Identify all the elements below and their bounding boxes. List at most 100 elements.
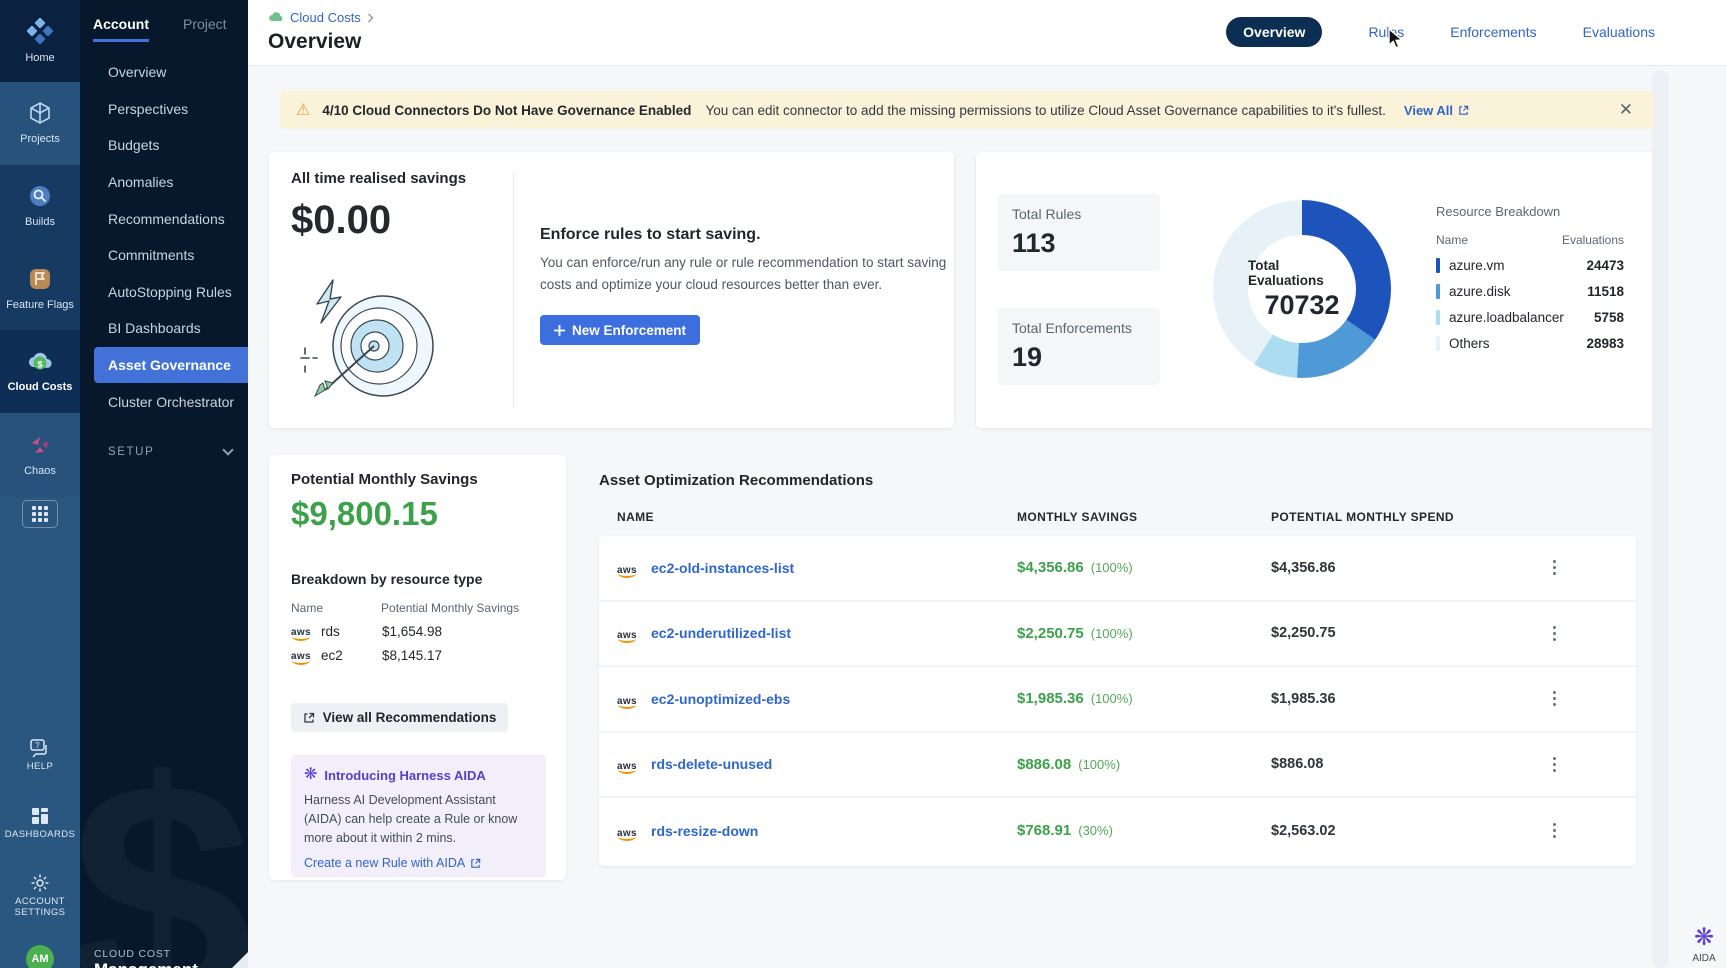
breakdown-row: aws rds $1,654.98 bbox=[291, 623, 442, 639]
plus-icon bbox=[554, 325, 565, 336]
svg-text:$: $ bbox=[37, 359, 43, 370]
chaos-icon bbox=[28, 433, 52, 460]
recommendation-link[interactable]: ec2-old-instances-list bbox=[651, 560, 794, 576]
rail-item-label: Cloud Costs bbox=[8, 381, 73, 394]
recommendations-title: Asset Optimization Recommendations bbox=[599, 472, 873, 489]
sidebar-item-anomalies[interactable]: Anomalies bbox=[80, 164, 248, 201]
potential-savings-title: Potential Monthly Savings bbox=[291, 471, 478, 488]
legend-name: Others bbox=[1449, 336, 1490, 351]
legend-name: azure.loadbalancer bbox=[1449, 310, 1564, 325]
breadcrumb-label: Cloud Costs bbox=[290, 10, 361, 25]
table-row[interactable]: aws ec2-underutilized-list $2,250.75(100… bbox=[599, 602, 1636, 668]
cloud-costs-sidebar: Account Project Overview Perspectives Bu… bbox=[80, 0, 248, 968]
donut-center: Total Evaluations 70732 bbox=[1248, 235, 1356, 343]
savings-percent: (100%) bbox=[1091, 626, 1133, 641]
sidebar-item-recommendations[interactable]: Recommendations bbox=[80, 200, 248, 237]
table-row[interactable]: aws ec2-old-instances-list $4,356.86(100… bbox=[599, 536, 1636, 602]
feature-flags-icon bbox=[28, 267, 52, 294]
row-menu-button[interactable] bbox=[1543, 816, 1565, 846]
legend-value: 11518 bbox=[1587, 284, 1624, 299]
module-switcher-button[interactable] bbox=[22, 500, 58, 528]
tab-evaluations[interactable]: Evaluations bbox=[1583, 24, 1655, 40]
resource-name: rds bbox=[321, 624, 382, 639]
view-all-link[interactable]: View All bbox=[1404, 103, 1469, 118]
cloud-costs-icon: $ bbox=[26, 349, 54, 376]
breakdown-row: aws ec2 $8,145.17 bbox=[291, 647, 442, 663]
table-row[interactable]: aws ec2-unoptimized-ebs $1,985.36(100%) … bbox=[599, 667, 1636, 733]
chevron-down-icon bbox=[222, 444, 233, 455]
breakdown-name-col: Name bbox=[291, 601, 323, 615]
rail-item-dashboards[interactable]: DASHBOARDS bbox=[0, 806, 80, 840]
row-menu-button[interactable] bbox=[1543, 684, 1565, 714]
aws-icon: aws bbox=[617, 691, 641, 707]
sidebar-item-perspectives[interactable]: Perspectives bbox=[80, 91, 248, 128]
sidebar-item-cluster-orchestrator[interactable]: Cluster Orchestrator bbox=[80, 383, 248, 420]
rail-item-feature-flags[interactable]: Feature Flags bbox=[0, 248, 80, 330]
sidebar-setup-toggle[interactable]: SETUP bbox=[108, 446, 232, 458]
tab-rules[interactable]: Rules bbox=[1368, 24, 1404, 40]
aws-icon: aws bbox=[617, 823, 641, 839]
new-enforcement-button[interactable]: New Enforcement bbox=[540, 315, 700, 345]
aida-fab-button[interactable]: ❋ AIDA bbox=[1682, 926, 1726, 964]
rail-item-cloud-costs[interactable]: $ Cloud Costs bbox=[0, 330, 80, 413]
table-row[interactable]: aws rds-resize-down $768.91(30%) $2,563.… bbox=[599, 798, 1636, 864]
breadcrumb[interactable]: Cloud Costs bbox=[268, 10, 374, 25]
tab-project[interactable]: Project bbox=[183, 16, 227, 42]
external-link-icon bbox=[1458, 105, 1469, 116]
recommendation-link[interactable]: rds-delete-unused bbox=[651, 756, 772, 772]
sidebar-item-budgets[interactable]: Budgets bbox=[80, 127, 248, 164]
user-avatar[interactable]: AM bbox=[26, 945, 54, 968]
sidebar-item-asset-governance[interactable]: Asset Governance bbox=[94, 347, 248, 384]
warning-icon: ⚠ bbox=[296, 100, 310, 120]
tab-account[interactable]: Account bbox=[93, 16, 149, 42]
close-icon[interactable]: ✕ bbox=[1615, 100, 1637, 120]
resource-savings: $8,145.17 bbox=[382, 648, 442, 663]
total-enforcements-value: 19 bbox=[1012, 342, 1146, 373]
sidebar-item-bi-dashboards[interactable]: BI Dashboards bbox=[80, 310, 248, 347]
scrollbar-track[interactable] bbox=[1652, 70, 1669, 968]
rail-item-label: Home bbox=[25, 52, 54, 65]
rail-item-account-settings[interactable]: ACCOUNT SETTINGS bbox=[0, 873, 80, 918]
legend-value: 28983 bbox=[1586, 336, 1624, 351]
savings-percent: (100%) bbox=[1091, 560, 1133, 575]
view-all-recommendations-button[interactable]: View all Recommendations bbox=[291, 703, 508, 732]
row-menu-button[interactable] bbox=[1543, 553, 1565, 583]
resource-name: ec2 bbox=[321, 648, 382, 663]
enforce-cta-title: Enforce rules to start saving. bbox=[540, 226, 761, 244]
sidebar-item-autostopping-rules[interactable]: AutoStopping Rules bbox=[80, 274, 248, 311]
sidebar-collapse-handle[interactable] bbox=[232, 952, 248, 968]
rail-item-home[interactable]: Home bbox=[0, 0, 80, 82]
legend-value: 24473 bbox=[1586, 258, 1624, 273]
tab-overview[interactable]: Overview bbox=[1226, 17, 1322, 47]
recommendation-link[interactable]: ec2-unoptimized-ebs bbox=[651, 691, 790, 707]
sidebar-item-overview[interactable]: Overview bbox=[80, 54, 248, 91]
rail-item-chaos[interactable]: Chaos bbox=[0, 413, 80, 497]
row-menu-button[interactable] bbox=[1543, 749, 1565, 779]
harness-app: Home Projects Builds Feature Flags $ Clo… bbox=[0, 0, 1726, 968]
legend-row: Others 28983 bbox=[1436, 336, 1624, 351]
aida-flower-icon: ❋ bbox=[304, 767, 317, 783]
create-rule-with-aida-link[interactable]: Create a new Rule with AIDA bbox=[304, 856, 533, 870]
recommendation-link[interactable]: rds-resize-down bbox=[651, 823, 758, 839]
aws-icon: aws bbox=[291, 623, 315, 639]
sidebar-item-commitments[interactable]: Commitments bbox=[80, 237, 248, 274]
recommendation-link[interactable]: ec2-underutilized-list bbox=[651, 625, 791, 641]
savings-percent: (100%) bbox=[1091, 691, 1133, 706]
tab-enforcements[interactable]: Enforcements bbox=[1450, 24, 1536, 40]
monthly-savings: $4,356.86 bbox=[1017, 559, 1084, 576]
rail-item-builds[interactable]: Builds bbox=[0, 165, 80, 248]
total-rules-value: 113 bbox=[1012, 228, 1146, 259]
aws-icon: aws bbox=[617, 756, 641, 772]
rail-item-help[interactable]: ? HELP bbox=[0, 738, 80, 772]
savings-percent: (30%) bbox=[1078, 823, 1113, 838]
legend-row: azure.loadbalancer 5758 bbox=[1436, 310, 1624, 325]
banner-text: You can edit connector to add the missin… bbox=[705, 103, 1385, 118]
breakdown-value-col: Potential Monthly Savings bbox=[381, 601, 519, 615]
all-time-savings-card: All time realised savings $0.00 Enforce … bbox=[269, 152, 954, 428]
table-row[interactable]: aws rds-delete-unused $886.08(100%) $886… bbox=[599, 733, 1636, 799]
rail-item-projects[interactable]: Projects bbox=[0, 82, 80, 165]
resource-savings: $1,654.98 bbox=[382, 624, 442, 639]
row-menu-button[interactable] bbox=[1543, 618, 1565, 648]
harness-logo-icon bbox=[27, 18, 53, 47]
monthly-savings: $1,985.36 bbox=[1017, 690, 1084, 707]
